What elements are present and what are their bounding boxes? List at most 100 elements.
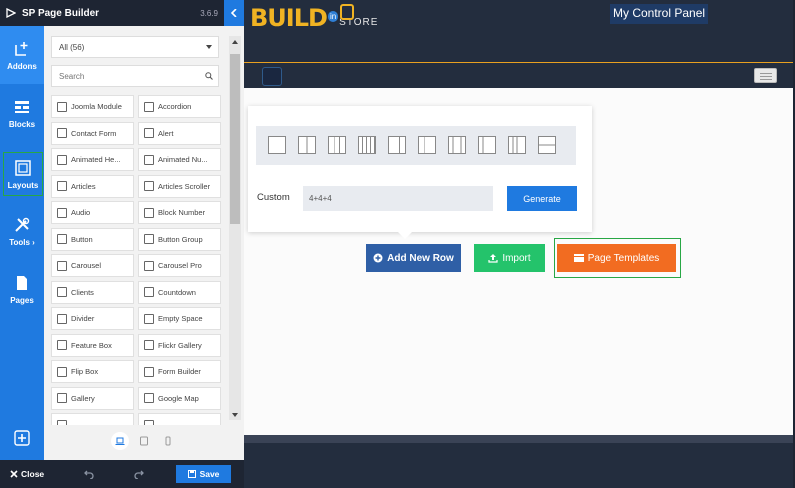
template-icon (573, 254, 584, 262)
addon-item[interactable]: Articles (51, 174, 134, 198)
scroll-up-icon[interactable] (232, 40, 238, 44)
layout-option-3-3-3-3[interactable] (358, 136, 376, 154)
rail-item-pages[interactable]: Pages (0, 260, 44, 318)
rail-label-layouts: Layouts (7, 180, 39, 190)
empty-space-icon (144, 313, 154, 324)
builder-canvas: Custom Generate Add New Row Import Page … (244, 88, 795, 435)
addon-search-input[interactable] (51, 65, 219, 87)
mobile-icon (165, 436, 171, 446)
addon-item[interactable]: Articles Scroller (138, 174, 221, 198)
brand-in: in (327, 11, 339, 22)
site-header: BUILD in STORE My Control Panel (244, 0, 795, 62)
bell-icon (144, 128, 154, 138)
save-button[interactable]: Save (176, 465, 231, 483)
addon-item[interactable]: Audio (51, 201, 134, 224)
blocks-icon (15, 100, 29, 113)
close-button[interactable]: Close (10, 469, 44, 479)
add-new-row-label: Add New Row (387, 252, 454, 264)
add-new-row-button[interactable]: Add New Row (366, 244, 461, 272)
collapse-panel-button[interactable] (224, 0, 244, 26)
menu-toggle-button[interactable] (754, 68, 777, 83)
undo-icon[interactable] (84, 469, 94, 479)
import-button[interactable]: Import (474, 244, 545, 272)
addon-item[interactable] (138, 413, 221, 425)
rail-label-tools: Tools › (9, 237, 35, 247)
layout-option-6-6[interactable] (298, 136, 316, 154)
add-plus-icon[interactable] (14, 430, 30, 446)
addon-filter-value: All (56) (59, 42, 85, 52)
layout-option-8-4[interactable] (388, 136, 406, 154)
addon-item[interactable]: Accordion (138, 95, 221, 118)
custom-layout-input[interactable] (303, 186, 493, 211)
mobile-view-button[interactable] (159, 432, 177, 450)
upload-icon (488, 254, 498, 263)
number-icon (144, 154, 154, 165)
layout-option-4-4-4[interactable] (328, 136, 346, 154)
addon-item[interactable] (51, 413, 134, 425)
page-templates-button[interactable]: Page Templates (557, 244, 676, 272)
addon-filter-select[interactable]: All (56) (51, 36, 219, 58)
joomla-icon (57, 101, 67, 112)
pages-icon (17, 275, 27, 290)
addon-item[interactable]: Google Map (138, 386, 221, 410)
layout-option-3-3-6[interactable] (508, 136, 526, 154)
rail-item-blocks[interactable]: Blocks (0, 84, 44, 142)
addons-scroll-thumb[interactable] (230, 54, 240, 224)
addon-item[interactable]: Carousel (51, 254, 134, 277)
layout-option-12[interactable] (268, 136, 286, 154)
site-logo[interactable]: BUILD in STORE (250, 4, 378, 32)
builder-version: 3.6.9 (200, 8, 218, 18)
envelope-icon (57, 128, 67, 138)
addon-item[interactable]: Divider (51, 307, 134, 330)
addon-item[interactable]: Button (51, 227, 134, 251)
hamburger-line (760, 79, 772, 80)
addon-item[interactable]: Contact Form (51, 121, 134, 145)
redo-icon[interactable] (134, 469, 144, 479)
addon-item[interactable]: Clients (51, 280, 134, 304)
page-templates-label: Page Templates (587, 252, 660, 264)
rail-item-tools[interactable]: Tools › (0, 202, 44, 260)
addon-item[interactable]: Animated Nu... (138, 148, 221, 171)
layout-options (256, 126, 576, 165)
control-panel-link[interactable]: My Control Panel (610, 4, 709, 24)
home-icon[interactable] (262, 67, 282, 86)
addon-item[interactable]: Feature Box (51, 333, 134, 357)
addon-item[interactable]: Flip Box (51, 360, 134, 383)
addon-item[interactable]: Carousel Pro (138, 254, 221, 277)
brand-main: BUILD (250, 4, 328, 32)
addon-item[interactable]: Flickr Gallery (138, 333, 221, 357)
close-label: Close (21, 469, 45, 479)
addon-icon (57, 419, 67, 425)
clients-icon (57, 287, 67, 297)
close-icon (10, 470, 18, 478)
rail-item-layouts[interactable]: Layouts (3, 152, 43, 196)
layout-picker-popup: Custom Generate (248, 106, 592, 232)
addon-item[interactable]: Form Builder (138, 360, 221, 383)
addon-item[interactable]: Countdown (138, 280, 221, 304)
addon-item[interactable]: Gallery (51, 386, 134, 410)
plus-circle-icon (373, 253, 383, 263)
addon-item[interactable]: Animated He... (51, 148, 134, 171)
addon-item[interactable]: Button Group (138, 227, 221, 251)
addon-item[interactable]: Alert (138, 121, 221, 145)
tablet-view-button[interactable] (135, 432, 153, 450)
layout-option-3-6-3[interactable] (448, 136, 466, 154)
tablet-icon (140, 436, 148, 446)
layout-option-stacked[interactable] (538, 136, 556, 154)
rail-item-addons[interactable]: Addons (0, 26, 44, 84)
hamburger-line (760, 73, 772, 74)
addon-item[interactable]: Block Number (138, 201, 221, 224)
divider-icon (57, 313, 67, 324)
carousel-icon (57, 260, 67, 271)
button-group-icon (144, 234, 154, 244)
addon-item[interactable]: Empty Space (138, 307, 221, 330)
desktop-view-button[interactable] (111, 432, 129, 450)
layout-option-4-8[interactable] (418, 136, 436, 154)
scroll-down-icon[interactable] (232, 413, 238, 417)
generate-button[interactable]: Generate (507, 186, 577, 211)
addon-item[interactable]: Joomla Module (51, 95, 134, 118)
save-icon (187, 470, 196, 478)
layout-option-3-9[interactable] (478, 136, 496, 154)
rail-label-pages: Pages (10, 295, 34, 305)
rail-label-blocks: Blocks (8, 119, 36, 129)
